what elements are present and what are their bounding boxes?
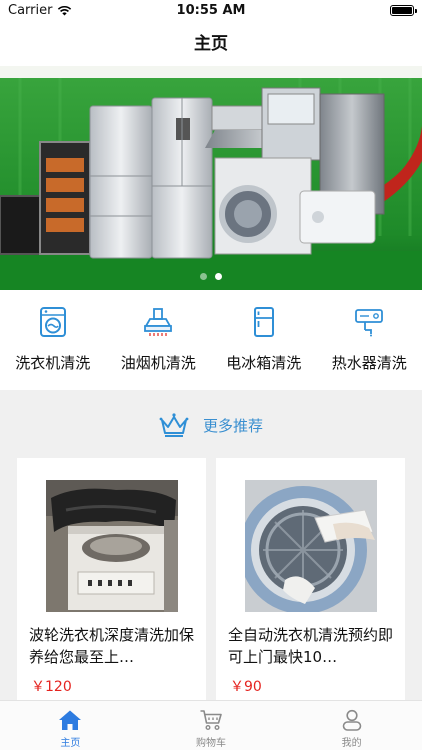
tab-label: 主页 [60, 738, 81, 749]
more-recommend-label: 更多推荐 [202, 416, 263, 435]
water-heater-icon [355, 309, 384, 337]
refrigerator-icon [253, 307, 274, 337]
service-range-hood[interactable]: 油烟机清洗 [106, 290, 212, 390]
status-right [390, 5, 417, 16]
front-load-washer-drum-photo [245, 480, 377, 612]
product-title: 全自动洗衣机清洗预约即可上门最快10… [228, 626, 394, 666]
service-label: 油烟机清洗 [120, 354, 196, 372]
service-label: 洗衣机清洗 [15, 354, 91, 372]
service-label: 电冰箱清洗 [226, 354, 302, 372]
status-time: 10:55 AM [176, 3, 246, 18]
product-price: ￥120 [31, 679, 72, 695]
tab-label: 购物车 [196, 738, 226, 749]
product-card[interactable]: 全自动洗衣机清洗预约即可上门最快10… ￥90 [216, 458, 405, 708]
service-refrigerator[interactable]: 电冰箱清洗 [211, 290, 317, 390]
tab-home[interactable]: 主页 [0, 701, 141, 750]
tab-bar: 主页 购物车 我的 [0, 700, 422, 750]
service-washing-machine[interactable]: 洗衣机清洗 [0, 290, 106, 390]
status-bar: Carrier 10:55 AM [0, 0, 422, 22]
product-card[interactable]: 波轮洗衣机深度清洗加保养给您最至上… ￥120 [17, 458, 206, 708]
carousel-dot[interactable] [215, 273, 222, 280]
carousel-dots [0, 273, 422, 280]
cart-icon [200, 710, 222, 731]
product-price: ￥90 [230, 679, 262, 695]
service-label: 热水器清洗 [331, 354, 407, 372]
more-recommend-button[interactable]: 更多推荐 [0, 412, 422, 438]
banner-carousel[interactable] [0, 66, 422, 290]
crown-icon [159, 413, 189, 437]
service-grid: 洗衣机清洗 油烟机清洗 电冰箱清洗 热水器清洗 [0, 290, 422, 390]
tab-cart[interactable]: 购物车 [141, 701, 282, 750]
battery-icon [390, 5, 417, 16]
product-title: 波轮洗衣机深度清洗加保养给您最至上… [29, 626, 195, 666]
range-hood-icon [144, 308, 173, 336]
page-title: 主页 [194, 34, 228, 54]
top-load-washer-photo [46, 480, 178, 612]
home-icon [59, 710, 82, 730]
banner-appliances-image [0, 66, 422, 290]
tab-label: 我的 [341, 738, 362, 749]
washing-machine-icon [39, 307, 66, 337]
user-icon [342, 709, 361, 731]
service-water-heater[interactable]: 热水器清洗 [317, 290, 422, 390]
recommend-section: 更多推荐 波轮洗衣机深度清洗加保养给您最至上… ￥120 全自动洗衣机清洗预约即… [0, 390, 422, 708]
tab-profile[interactable]: 我的 [281, 701, 422, 750]
carousel-dot[interactable] [200, 273, 207, 280]
